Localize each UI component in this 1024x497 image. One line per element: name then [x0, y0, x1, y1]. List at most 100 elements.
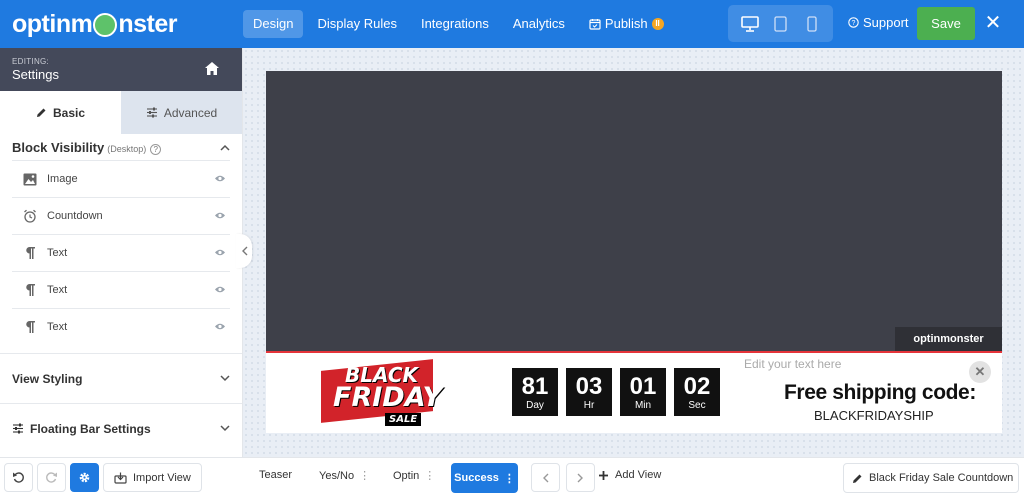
- svg-text:?: ?: [852, 20, 856, 27]
- device-switcher: [728, 5, 833, 42]
- view-tab-label: Yes/No: [319, 469, 355, 482]
- add-view-button[interactable]: Add View: [598, 469, 661, 481]
- view-tab-yesno[interactable]: Yes/No ⋮: [319, 469, 370, 483]
- more-vertical-icon[interactable]: ⋮: [424, 469, 435, 482]
- desktop-icon: [740, 15, 759, 32]
- close-icon[interactable]: ✕: [984, 12, 1002, 34]
- countdown-seconds-label: Sec: [688, 400, 706, 411]
- eye-icon[interactable]: [214, 285, 226, 297]
- logo-text-left: optinm: [12, 9, 93, 38]
- chevron-left-icon: [241, 246, 247, 256]
- mobile-icon: [806, 15, 817, 32]
- shipping-title[interactable]: Free shipping code:: [784, 381, 976, 405]
- block-item-label: Countdown: [47, 210, 103, 222]
- block-item-text[interactable]: Text: [12, 234, 230, 271]
- close-icon[interactable]: ✕: [969, 361, 991, 383]
- help-icon[interactable]: ?: [150, 143, 162, 155]
- nav-publish[interactable]: Publish II: [579, 10, 674, 38]
- nav-integrations[interactable]: Integrations: [411, 10, 499, 38]
- eye-icon[interactable]: [214, 211, 226, 223]
- view-styling-section[interactable]: View Styling: [0, 353, 242, 403]
- tablet-view-button[interactable]: [768, 11, 794, 37]
- import-view-button[interactable]: Import View: [103, 463, 202, 492]
- black-friday-sale-image[interactable]: BLACK FRIDAY SALE: [321, 357, 442, 429]
- calendar-check-icon: [589, 19, 601, 30]
- top-bar: optinm nster Design Display Rules Integr…: [0, 0, 1024, 48]
- view-styling-label: View Styling: [12, 371, 83, 386]
- redo-button[interactable]: [37, 463, 66, 492]
- countdown-seconds: 02 Sec: [674, 368, 720, 416]
- block-item-text[interactable]: Text: [12, 271, 230, 308]
- bf-line-friday: FRIDAY: [333, 382, 443, 413]
- view-tab-optin[interactable]: Optin ⋮: [393, 469, 435, 483]
- more-vertical-icon[interactable]: ⋮: [359, 469, 370, 482]
- block-visibility-list: Image Countdown Text Text Text: [0, 160, 242, 345]
- prev-view-button[interactable]: [531, 463, 560, 492]
- nav-analytics[interactable]: Analytics: [503, 10, 575, 38]
- view-tab-teaser[interactable]: Teaser: [259, 469, 292, 481]
- sidebar-collapse-handle[interactable]: [236, 234, 252, 268]
- nav-publish-label: Publish: [604, 16, 648, 31]
- campaign-name-button[interactable]: Black Friday Sale Countdown: [843, 463, 1019, 493]
- more-vertical-icon[interactable]: ⋮: [504, 472, 515, 485]
- support-label: Support: [863, 15, 909, 30]
- block-item-text[interactable]: Text: [12, 308, 230, 345]
- home-icon[interactable]: [204, 61, 220, 81]
- nav-design[interactable]: Design: [243, 10, 304, 38]
- logo-text-right: nster: [118, 9, 177, 38]
- optinmonster-badge[interactable]: optinmonster: [895, 327, 1002, 351]
- image-icon: [22, 173, 38, 186]
- countdown-minutes-value: 01: [629, 373, 657, 400]
- import-view-label: Import View: [133, 471, 191, 484]
- mobile-view-button[interactable]: [799, 11, 825, 37]
- eye-icon[interactable]: [214, 174, 226, 186]
- editing-title: Settings: [12, 67, 59, 82]
- eye-icon[interactable]: [214, 322, 226, 334]
- alarm-clock-icon: [22, 209, 38, 223]
- chevron-up-icon: [220, 144, 230, 151]
- edit-text-placeholder[interactable]: Edit your text here: [744, 357, 841, 371]
- tab-basic[interactable]: Basic: [0, 91, 121, 134]
- block-visibility-title: Block Visibility: [12, 139, 105, 155]
- countdown-seconds-value: 02: [683, 373, 711, 400]
- settings-button[interactable]: [70, 463, 99, 492]
- countdown-hours-label: Hr: [583, 400, 595, 411]
- settings-tabs: Basic Advanced: [0, 91, 242, 134]
- sidebar: EDITING: Settings Basic Advanced Block V…: [0, 48, 243, 497]
- floating-bar-settings-section[interactable]: Floating Bar Settings: [0, 403, 242, 453]
- editing-label: EDITING:: [12, 57, 50, 66]
- support-link[interactable]: ? Support: [848, 15, 909, 30]
- save-button[interactable]: Save: [917, 7, 975, 40]
- undo-button[interactable]: [4, 463, 33, 492]
- plus-icon: [599, 470, 608, 480]
- sidebar-footer: Import View: [0, 457, 243, 497]
- block-item-image[interactable]: Image: [12, 160, 230, 197]
- tablet-icon: [774, 15, 787, 32]
- tab-basic-label: Basic: [52, 105, 86, 120]
- view-tab-success[interactable]: Success ⋮: [451, 463, 518, 493]
- campaign-name-label: Black Friday Sale Countdown: [869, 472, 1014, 484]
- countdown-days: 81 Day: [512, 368, 558, 416]
- optinmonster-logo[interactable]: optinm nster: [12, 8, 177, 40]
- shipping-code[interactable]: BLACKFRIDAYSHIP: [814, 408, 934, 423]
- nav-display-rules[interactable]: Display Rules: [307, 10, 406, 38]
- gear-icon: [79, 472, 90, 483]
- monster-mascot-icon: [93, 13, 118, 37]
- design-canvas: optinmonster BLACK FRIDAY SALE 81 Day 03…: [243, 48, 1024, 457]
- page-preview-area: optinmonster: [266, 71, 1002, 351]
- floating-bar-settings-wrap: Floating Bar Settings: [12, 422, 151, 436]
- countdown-minutes: 01 Min: [620, 368, 666, 416]
- next-view-button[interactable]: [566, 463, 595, 492]
- countdown-days-value: 81: [521, 373, 549, 400]
- floating-bar-preview[interactable]: BLACK FRIDAY SALE 81 Day 03 Hr 01 Min 02…: [266, 351, 1002, 433]
- pencil-icon: [853, 474, 862, 483]
- chevron-right-icon: [577, 473, 583, 482]
- eye-icon[interactable]: [214, 248, 226, 260]
- countdown-timer[interactable]: 81 Day 03 Hr 01 Min 02 Sec: [512, 368, 720, 416]
- block-visibility-header[interactable]: Block Visibility (Desktop)?: [0, 134, 242, 160]
- add-view-label: Add View: [615, 469, 662, 481]
- tab-advanced[interactable]: Advanced: [121, 91, 242, 134]
- block-item-countdown[interactable]: Countdown: [12, 197, 230, 234]
- views-bar: Teaser Yes/No ⋮ Optin ⋮ Success ⋮ Add Vi…: [243, 457, 1024, 497]
- desktop-view-button[interactable]: [737, 11, 763, 37]
